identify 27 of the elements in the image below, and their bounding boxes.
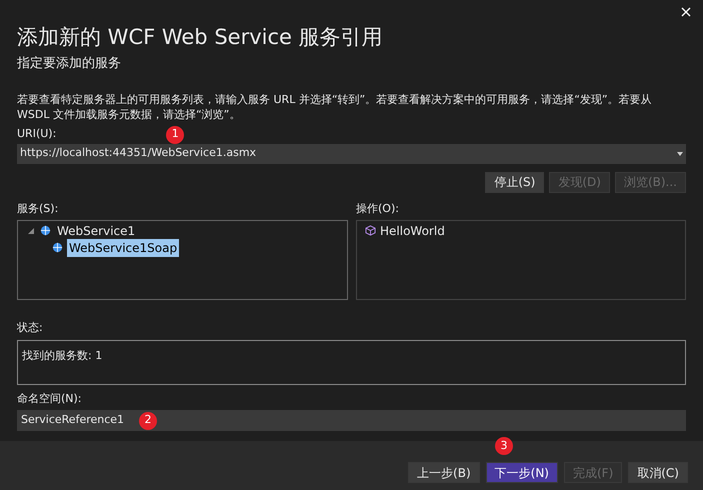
- namespace-field[interactable]: ServiceReference1: [21, 412, 127, 429]
- dialog-button[interactable]: 停止(S): [485, 172, 544, 192]
- number-badge: 2: [139, 412, 157, 430]
- namespace-label: 命名空间(N):: [17, 390, 83, 406]
- tree-item[interactable]: WebService1Soap: [67, 238, 180, 256]
- status-label: 状态:: [17, 320, 44, 336]
- tree-item[interactable]: WebService1: [55, 222, 138, 240]
- operation-item[interactable]: HelloWorld: [380, 222, 445, 240]
- number-badge: 3: [495, 437, 513, 456]
- globe-icon: [40, 225, 51, 236]
- dialog-button[interactable]: 下一步(N): [486, 462, 558, 483]
- number-badge: 1: [166, 126, 184, 144]
- expand-triangle-icon[interactable]: [26, 226, 36, 236]
- operations-label: 操作(O):: [356, 200, 400, 216]
- services-label: 服务(S):: [17, 200, 60, 216]
- cube-icon: [365, 225, 376, 236]
- dropdown-arrow-icon: [677, 152, 683, 156]
- uri-combobox[interactable]: https://localhost:44351/WebService1.asmx: [17, 144, 686, 164]
- status-box: 找到的服务数: 1: [17, 340, 686, 384]
- description-text: 若要查看特定服务器上的可用服务列表，请输入服务 URL 并选择“转到”。若要查看解决方案中的可用服务，请选择“发现”。若要从 WSDL 文件加载服务元数据，请选择“浏览”。: [17, 92, 653, 122]
- window-subtitle: 指定要添加的服务: [17, 55, 122, 73]
- window-title: 添加新的 WCF Web Service 服务引用: [17, 24, 384, 50]
- close-icon: [681, 7, 691, 17]
- uri-label: URI(U):: [17, 126, 56, 142]
- dialog-button[interactable]: 上一步(B): [408, 462, 480, 483]
- dialog-button[interactable]: 取消(C): [628, 462, 688, 483]
- globe-icon: [52, 242, 63, 253]
